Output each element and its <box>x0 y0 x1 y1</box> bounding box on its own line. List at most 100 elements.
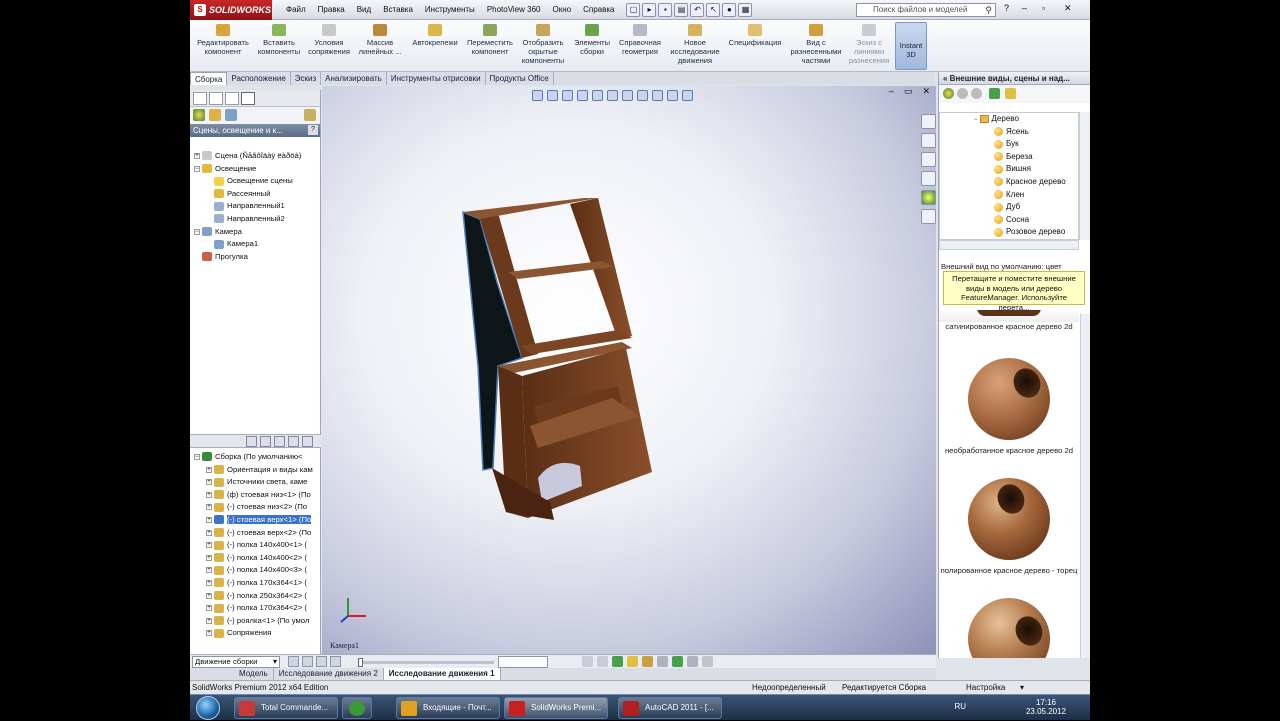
feature-tree-item[interactable]: + (-) полка 170x364<1> ( <box>190 577 321 590</box>
expand-toggle-icon[interactable]: + <box>206 542 212 549</box>
menu-item[interactable]: Инструменты <box>419 5 481 14</box>
menu-item[interactable]: Окно <box>546 5 577 14</box>
appearance-globe-icon[interactable] <box>943 88 954 99</box>
expand-toggle-icon[interactable]: + <box>206 491 212 498</box>
panel-option-icon[interactable] <box>304 109 316 121</box>
playback-mode-select[interactable] <box>498 656 548 668</box>
minimize-icon[interactable]: – <box>1022 3 1027 13</box>
taskbar-button[interactable]: SolidWorks Premi... <box>504 697 608 719</box>
appearances-icon[interactable] <box>921 190 936 205</box>
feature-tree-item[interactable]: + (-) полка 170x364<2> ( <box>190 602 321 615</box>
file-explorer-icon[interactable] <box>921 171 936 186</box>
sort-icon[interactable] <box>274 436 285 447</box>
feature-tree-item[interactable]: + (-) полка 140x400<2> ( <box>190 552 321 565</box>
scene-tree-item[interactable]: Направленный2 <box>190 213 321 226</box>
expand-toggle-icon[interactable]: + <box>206 605 212 612</box>
design-library-icon[interactable] <box>921 152 936 167</box>
model-tab[interactable]: Исследование движения 1 <box>383 668 501 680</box>
select-icon[interactable]: ↖ <box>706 2 721 17</box>
expand-toggle-icon[interactable] <box>206 241 212 247</box>
mate-button[interactable]: Условия сопряжения <box>304 24 354 56</box>
wood-type-item[interactable]: Дуб <box>940 201 1078 214</box>
taskbar-button[interactable] <box>342 697 372 719</box>
add-folder-icon[interactable] <box>1005 88 1016 99</box>
expand-icon[interactable] <box>260 436 271 447</box>
display-manager-tab-icon[interactable] <box>241 91 255 105</box>
smart-fasteners-button[interactable]: Автокрепежи <box>408 24 462 47</box>
dropdown-arrow-icon[interactable]: ▾ <box>1020 681 1024 694</box>
bill-of-materials-button[interactable]: Спецификация <box>726 24 784 47</box>
new-document-icon[interactable]: ▢ <box>626 2 641 17</box>
scene-tree-item[interactable]: Камера1 <box>190 238 321 251</box>
wood-type-item[interactable]: Вишня <box>940 163 1078 176</box>
play-icon[interactable] <box>316 656 327 667</box>
appearance-icon[interactable] <box>193 109 205 121</box>
play-from-start-icon[interactable] <box>302 656 313 667</box>
model-tab[interactable]: Исследование движения 2 <box>274 668 384 680</box>
feature-tree-item[interactable]: − Сборка (По умолчанию< <box>190 451 321 464</box>
gravity-icon[interactable] <box>687 656 698 667</box>
feature-tree-item[interactable]: + (-) стоевая низ<2> (По <box>190 501 321 514</box>
motor-icon[interactable] <box>642 656 653 667</box>
search-icon[interactable]: ⚲ <box>985 4 992 16</box>
expand-toggle-icon[interactable]: + <box>206 554 212 561</box>
spring-icon[interactable] <box>657 656 668 667</box>
feature-tree-item[interactable]: + Сопряжения <box>190 627 321 640</box>
scene-tree-item[interactable]: Освещение сцены <box>190 175 321 188</box>
expand-toggle-icon[interactable]: + <box>206 592 212 599</box>
thumbnail-raw-mahogany[interactable]: необработанное красное дерево 2d <box>939 354 1079 456</box>
feature-tree-item[interactable]: + (-) роялка<1> (По умол <box>190 615 321 628</box>
print-icon[interactable]: ▤ <box>674 2 689 17</box>
thumbnail-wood-4[interactable] <box>939 594 1079 658</box>
rebuild-icon[interactable]: ● <box>722 2 737 17</box>
undo-icon[interactable]: ↶ <box>690 2 705 17</box>
language-indicator[interactable]: RU <box>954 702 966 711</box>
command-tab[interactable]: Расположение <box>227 72 291 85</box>
taskbar-button[interactable]: AutoCAD 2011 - [... <box>618 697 722 719</box>
feature-tree-item[interactable]: + (-) стоевая верх<1> (По <box>190 514 321 527</box>
edit-component-button[interactable]: Редактировать компонент <box>192 24 254 56</box>
decal-icon[interactable] <box>209 109 221 121</box>
playback-speed-slider[interactable] <box>358 658 494 667</box>
reference-geometry-button[interactable]: Справочная геометрия <box>616 24 664 56</box>
command-tab[interactable]: Анализировать <box>321 72 387 85</box>
feature-tree-item[interactable]: + Источники света, каме <box>190 476 321 489</box>
restore-icon[interactable]: ▫ <box>1042 3 1045 13</box>
feature-tree-item[interactable]: + (-) полка 250x364<2> ( <box>190 590 321 603</box>
animation-wizard-icon[interactable] <box>597 656 608 667</box>
wood-type-item[interactable]: Розовое дерево <box>940 226 1078 239</box>
wood-type-item[interactable]: Ясень <box>940 126 1078 139</box>
thumbnails-scrollbar[interactable] <box>1080 314 1090 658</box>
expand-toggle-icon[interactable]: + <box>206 579 212 586</box>
autokey-icon[interactable] <box>612 656 623 667</box>
graphics-area[interactable]: – ▭ ✕ Камера1 <box>322 86 936 654</box>
wood-type-item[interactable]: Сосна <box>940 214 1078 227</box>
configuration-manager-tab-icon[interactable] <box>225 91 239 105</box>
wood-type-item[interactable]: Клен <box>940 189 1078 202</box>
explode-line-sketch-button[interactable]: Эскиз с линиями разнесения <box>846 24 892 65</box>
scene-tree-item[interactable]: Направленный1 <box>190 200 321 213</box>
feature-tree-item[interactable]: + (-) полка 140x400<1> ( <box>190 539 321 552</box>
feature-tree-item[interactable]: + (-) стоевая верх<2> (По <box>190 527 321 540</box>
thumbnail-satin-mahogany[interactable]: сатинированное красное дерево 2d <box>939 310 1079 332</box>
feature-tree-item[interactable]: + (-) полка 140x400<3> ( <box>190 564 321 577</box>
stop-icon[interactable] <box>330 656 341 667</box>
back-icon[interactable] <box>957 88 968 99</box>
move-component-button[interactable]: Переместить компонент <box>464 24 516 56</box>
expand-toggle-icon[interactable]: + <box>206 479 212 486</box>
menu-item[interactable]: Файл <box>280 5 312 14</box>
slider-knob[interactable] <box>358 658 363 667</box>
motion-type-select[interactable]: Движение сборки <box>192 656 280 668</box>
refresh-icon[interactable] <box>989 88 1000 99</box>
expand-toggle-icon[interactable]: + <box>206 516 212 523</box>
tree-horizontal-scrollbar[interactable] <box>939 240 1079 250</box>
settings-menu[interactable]: Настройка <box>966 681 1005 694</box>
menu-item[interactable]: Правка <box>312 5 351 14</box>
resources-icon[interactable] <box>921 133 936 148</box>
scene-tree-item[interactable]: − Камера <box>190 226 321 239</box>
forward-icon[interactable] <box>971 88 982 99</box>
assembly-features-button[interactable]: Элементы сборки <box>570 24 614 56</box>
custom-properties-icon[interactable] <box>921 209 936 224</box>
scene-tree-item[interactable]: Рассеянный <box>190 188 321 201</box>
results-icon[interactable] <box>702 656 713 667</box>
